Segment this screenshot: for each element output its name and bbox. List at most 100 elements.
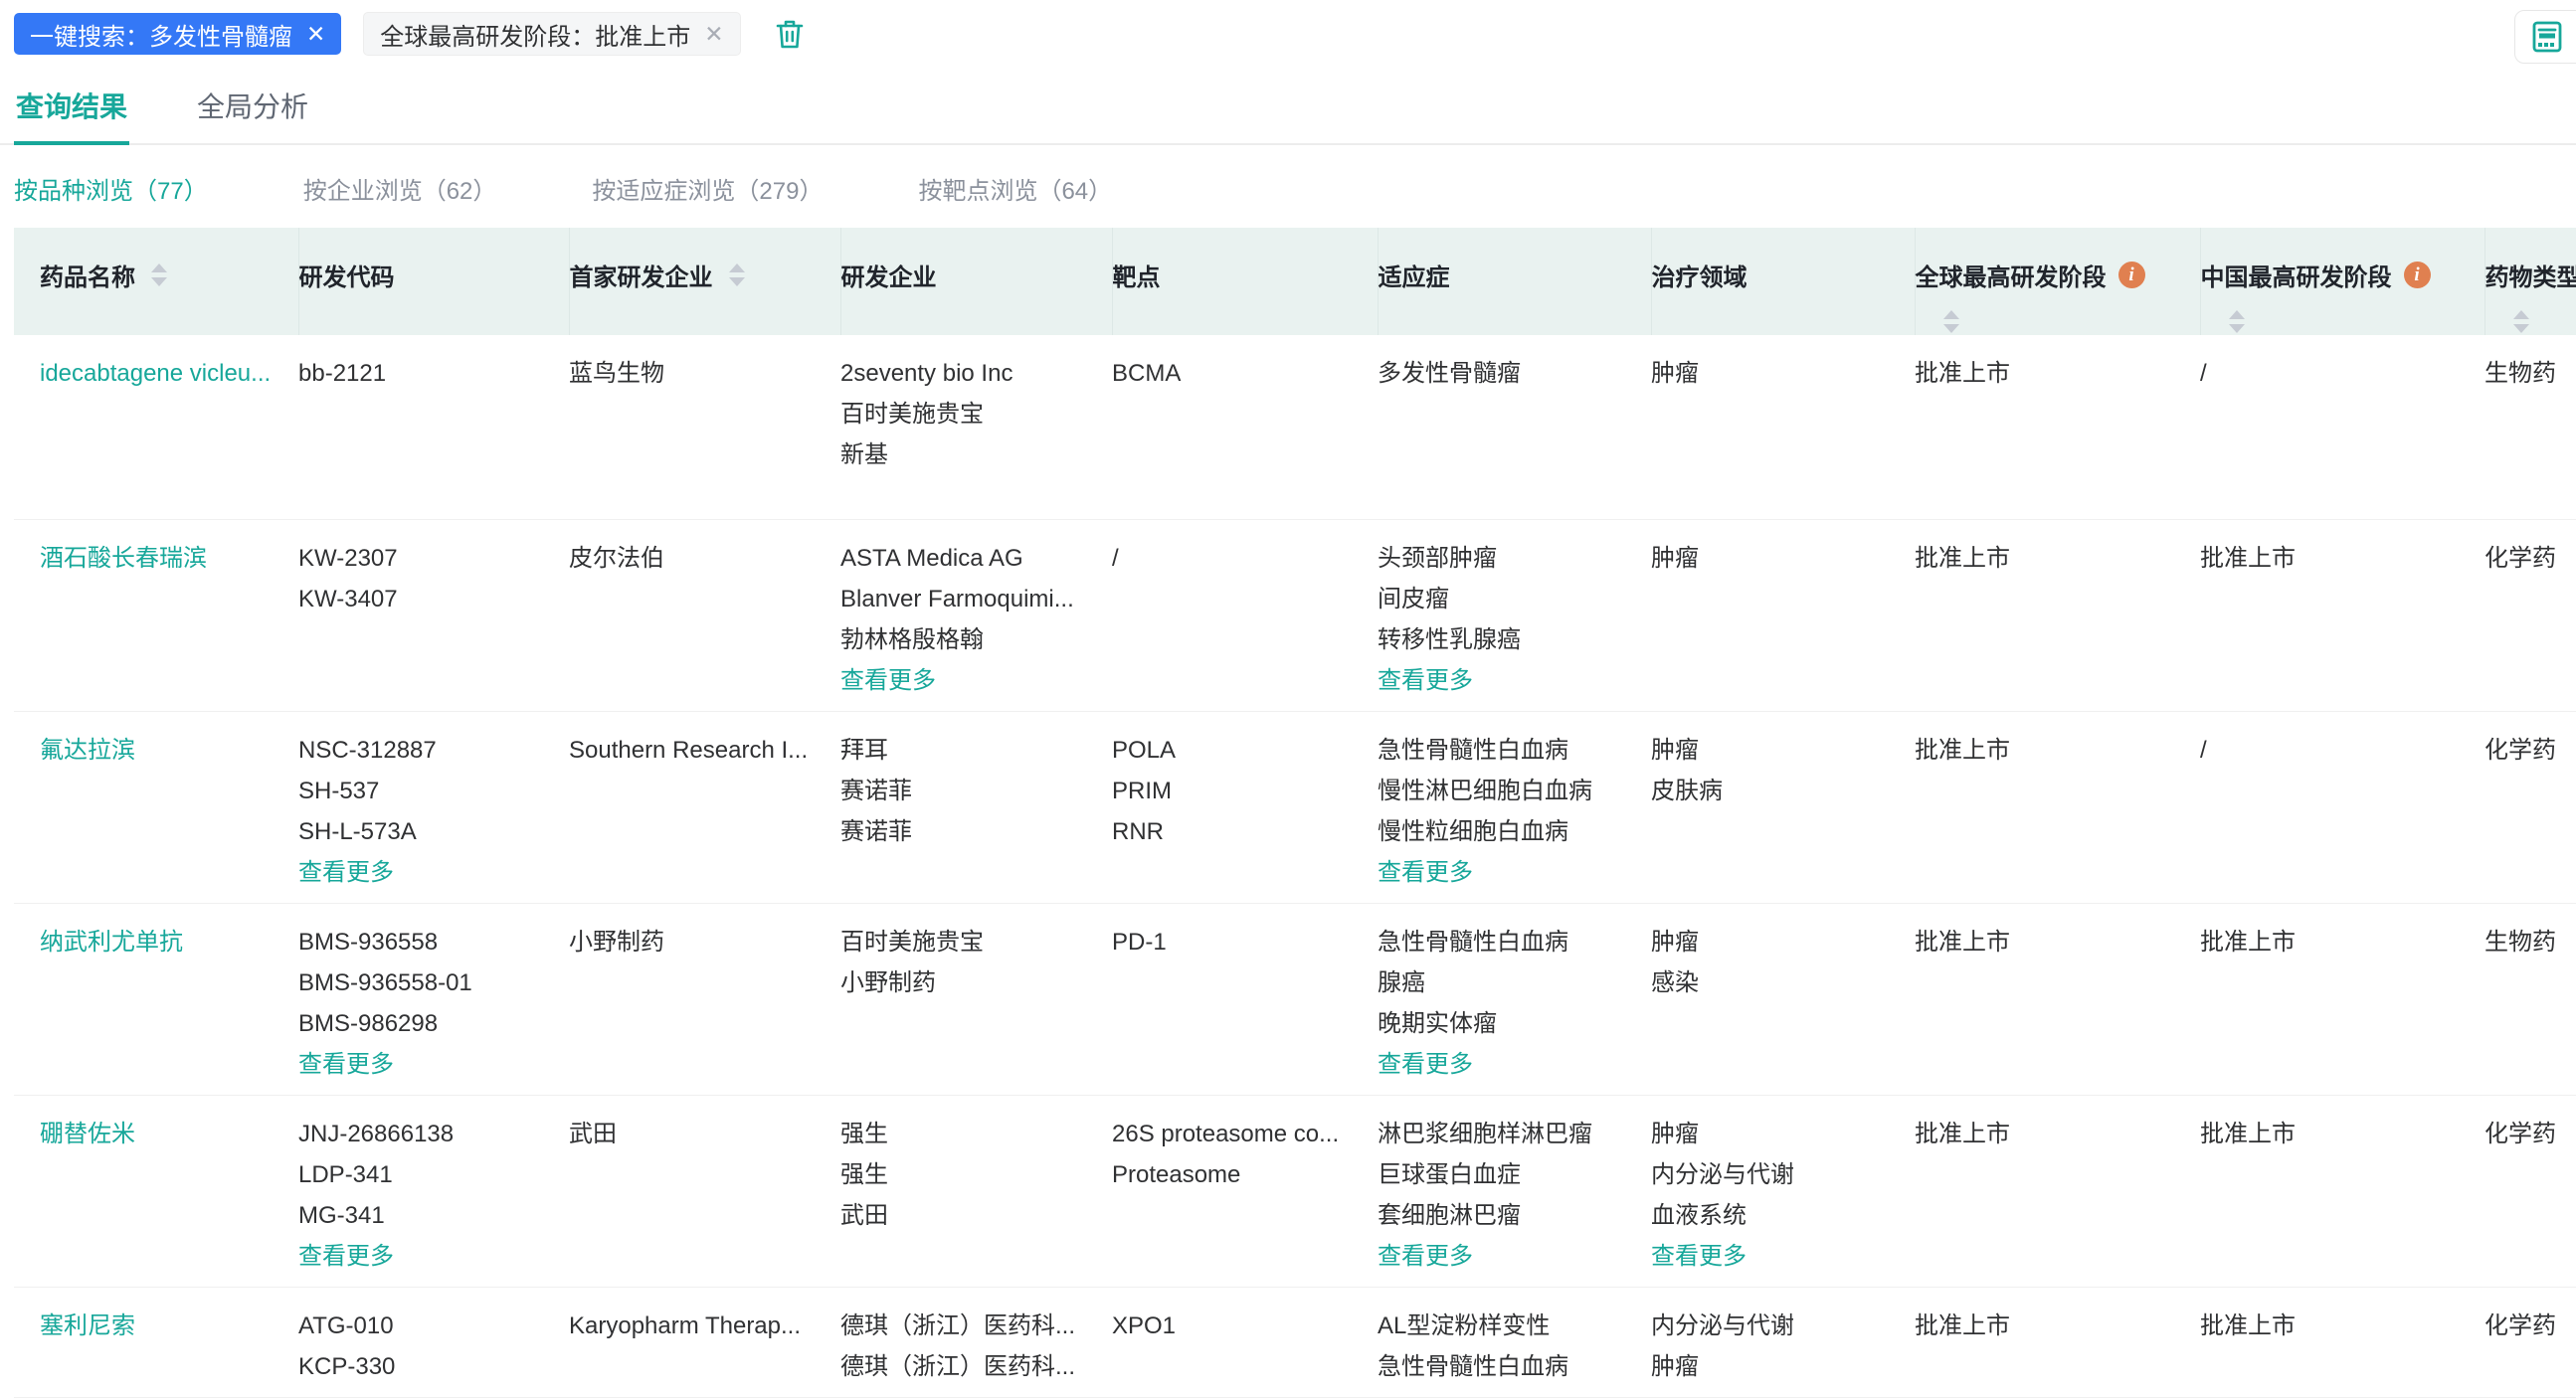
chip-close-icon[interactable]: ✕: [704, 23, 723, 46]
cell-target: /: [1112, 519, 1378, 711]
sort-icon[interactable]: [2513, 310, 2529, 333]
col-label: 中国最高研发阶段: [2201, 258, 2392, 292]
cell-therapy-area: 肿瘤 内分泌与代谢 血液系统 查看更多: [1651, 1095, 1915, 1287]
col-header-drug-type: 药物类型: [2484, 228, 2576, 335]
view-more-link[interactable]: 查看更多: [298, 1051, 394, 1078]
view-more-link[interactable]: 查看更多: [1378, 1243, 1473, 1270]
cell-drug-type: 化学药: [2484, 519, 2576, 711]
cell-china-stage: /: [2200, 711, 2484, 903]
cell-therapy-area: 肿瘤 感染: [1651, 903, 1915, 1095]
drug-name-link[interactable]: 纳武利尤单抗: [40, 929, 183, 956]
drug-name-link[interactable]: 塞利尼索: [40, 1312, 135, 1339]
info-icon[interactable]: i: [2404, 262, 2431, 288]
filter-bar: 一键搜索：多发性骨髓瘤 ✕ 全球最高研发阶段：批准上市 ✕: [0, 0, 2576, 66]
col-label: 研发代码: [299, 258, 395, 292]
col-label: 治疗领域: [1652, 258, 1748, 292]
cell-first-company: 皮尔法伯: [569, 519, 840, 711]
table-row: 纳武利尤单抗 BMS-936558 BMS-936558-01 BMS-9862…: [14, 903, 2576, 1095]
cell-drug-type: 生物药: [2484, 335, 2576, 519]
cell-china-stage: 批准上市: [2200, 1287, 2484, 1397]
results-table-wrap: 药品名称 研发代码 首家研发企业 研发企业 靶点 适应症: [14, 228, 2576, 1398]
cell-target: POLA PRIM RNR: [1112, 711, 1378, 903]
cell-companies: 德琪（浙江）医药科... 德琪（浙江）医药科...: [840, 1287, 1112, 1397]
sort-icon[interactable]: [1943, 310, 1959, 333]
table-row: 酒石酸长春瑞滨 KW-2307 KW-3407 皮尔法伯 ASTA Medica…: [14, 519, 2576, 711]
trash-icon: [774, 17, 806, 51]
filter-chip-label: 一键搜索：多发性骨髓瘤: [30, 17, 292, 52]
sort-icon[interactable]: [729, 263, 745, 286]
cell-rd-code: JNJ-26866138 LDP-341 MG-341 查看更多: [298, 1095, 569, 1287]
cell-first-company: 武田: [569, 1095, 840, 1287]
col-header-companies: 研发企业: [840, 228, 1112, 335]
cell-drug-name: idecabtagene vicleu...: [14, 335, 298, 519]
subtab-by-target[interactable]: 按靶点浏览（64）: [918, 171, 1112, 206]
report-panel-button[interactable]: [2514, 10, 2576, 64]
cell-rd-code: ATG-010 KCP-330: [298, 1287, 569, 1397]
view-more-link[interactable]: 查看更多: [840, 667, 936, 694]
cell-china-stage: /: [2200, 335, 2484, 519]
cell-therapy-area: 内分泌与代谢 肿瘤: [1651, 1287, 1915, 1397]
cell-drug-type: 化学药: [2484, 1287, 2576, 1397]
view-more-link[interactable]: 查看更多: [1378, 859, 1473, 886]
col-label: 全球最高研发阶段: [1916, 258, 2107, 292]
document-list-icon: [2529, 19, 2565, 55]
drug-name-link[interactable]: 硼替佐米: [40, 1121, 135, 1147]
subtab-by-product[interactable]: 按品种浏览（77）: [14, 171, 208, 206]
cell-rd-code: KW-2307 KW-3407: [298, 519, 569, 711]
cell-first-company: Karyopharm Therap...: [569, 1287, 840, 1397]
filter-chip-quick-search: 一键搜索：多发性骨髓瘤 ✕: [14, 13, 341, 55]
cell-companies: 2seventy bio Inc 百时美施贵宝 新基: [840, 335, 1112, 519]
drug-name-link[interactable]: 酒石酸长春瑞滨: [40, 545, 207, 572]
cell-china-stage: 批准上市: [2200, 1095, 2484, 1287]
info-icon[interactable]: i: [2118, 262, 2145, 288]
col-label: 适应症: [1379, 258, 1450, 292]
cell-indication: 急性骨髓性白血病 慢性淋巴细胞白血病 慢性粒细胞白血病 查看更多: [1378, 711, 1651, 903]
cell-therapy-area: 肿瘤 皮肤病: [1651, 711, 1915, 903]
tab-query-results[interactable]: 查询结果: [14, 70, 129, 143]
cell-drug-type: 化学药: [2484, 711, 2576, 903]
col-header-indication: 适应症: [1378, 228, 1651, 335]
subtab-by-indication[interactable]: 按适应症浏览（279）: [592, 171, 823, 206]
cell-companies: 百时美施贵宝 小野制药: [840, 903, 1112, 1095]
sort-icon[interactable]: [2229, 310, 2245, 333]
col-label: 研发企业: [841, 258, 937, 292]
cell-global-stage: 批准上市: [1915, 335, 2200, 519]
subtab-by-company[interactable]: 按企业浏览（62）: [303, 171, 497, 206]
filter-chip-global-stage: 全球最高研发阶段：批准上市 ✕: [363, 12, 740, 56]
tab-global-analysis[interactable]: 全局分析: [195, 70, 310, 143]
view-more-link[interactable]: 查看更多: [298, 1243, 394, 1270]
cell-indication: 多发性骨髓瘤: [1378, 335, 1651, 519]
table-row: 氟达拉滨 NSC-312887 SH-537 SH-L-573A 查看更多 So…: [14, 711, 2576, 903]
header-row: 药品名称 研发代码 首家研发企业 研发企业 靶点 适应症: [14, 228, 2576, 335]
cell-global-stage: 批准上市: [1915, 903, 2200, 1095]
col-label: 药物类型: [2485, 258, 2576, 292]
cell-global-stage: 批准上市: [1915, 711, 2200, 903]
cell-first-company: Southern Research I...: [569, 711, 840, 903]
cell-global-stage: 批准上市: [1915, 1287, 2200, 1397]
view-more-link[interactable]: 查看更多: [1378, 667, 1473, 694]
filter-chip-label: 全球最高研发阶段：批准上市: [380, 17, 690, 52]
cell-companies: ASTA Medica AG Blanver Farmoquimi... 勃林格…: [840, 519, 1112, 711]
drug-name-link[interactable]: idecabtagene vicleu...: [40, 360, 271, 387]
col-label: 靶点: [1113, 258, 1161, 292]
col-header-china-stage: 中国最高研发阶段 i: [2200, 228, 2484, 335]
sort-icon[interactable]: [151, 263, 167, 286]
clear-filters-button[interactable]: [773, 16, 807, 52]
drug-name-link[interactable]: 氟达拉滨: [40, 737, 135, 764]
cell-global-stage: 批准上市: [1915, 1095, 2200, 1287]
cell-rd-code: BMS-936558 BMS-936558-01 BMS-986298 查看更多: [298, 903, 569, 1095]
browse-subtabs: 按品种浏览（77） 按企业浏览（62） 按适应症浏览（279） 按靶点浏览（64…: [0, 145, 2576, 228]
cell-drug-type: 化学药: [2484, 1095, 2576, 1287]
col-label: 首家研发企业: [570, 258, 713, 292]
table-row: idecabtagene vicleu... bb-2121 蓝鸟生物 2sev…: [14, 335, 2576, 519]
cell-target: PD-1: [1112, 903, 1378, 1095]
cell-first-company: 蓝鸟生物: [569, 335, 840, 519]
cell-indication: 淋巴浆细胞样淋巴瘤 巨球蛋白血症 套细胞淋巴瘤 查看更多: [1378, 1095, 1651, 1287]
view-more-link[interactable]: 查看更多: [298, 859, 394, 886]
view-more-link[interactable]: 查看更多: [1378, 1051, 1473, 1078]
table-row: 塞利尼索 ATG-010 KCP-330 Karyopharm Therap..…: [14, 1287, 2576, 1397]
view-more-link[interactable]: 查看更多: [1651, 1243, 1747, 1270]
cell-first-company: 小野制药: [569, 903, 840, 1095]
chip-close-icon[interactable]: ✕: [306, 23, 325, 46]
cell-companies: 强生 强生 武田: [840, 1095, 1112, 1287]
